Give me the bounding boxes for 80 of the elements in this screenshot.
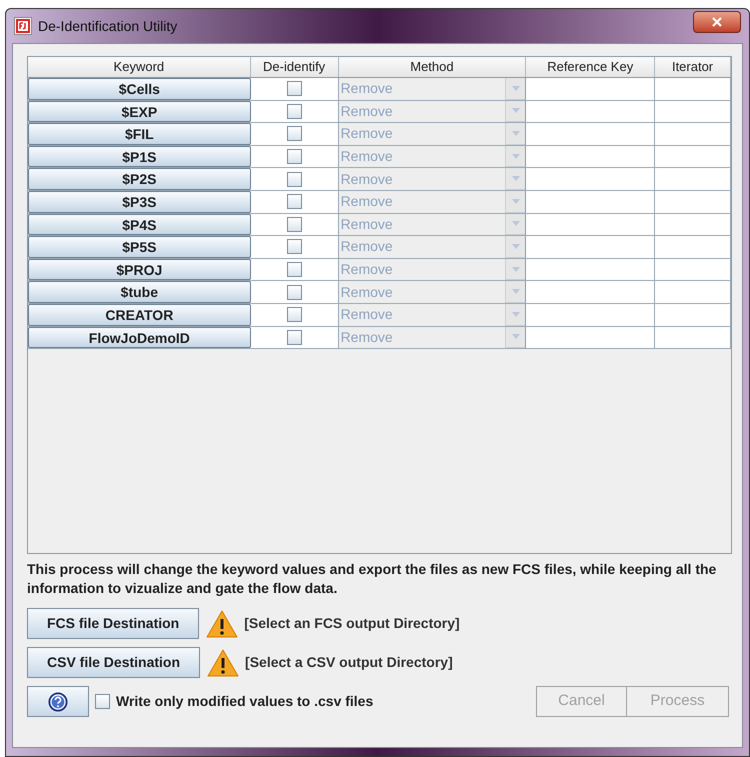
table-cell[interactable]: [526, 123, 656, 145]
checkbox[interactable]: [286, 262, 302, 278]
keyword-button[interactable]: $tube: [28, 281, 251, 303]
dropdown-arrow-icon: [512, 154, 520, 159]
table-cell[interactable]: [526, 304, 656, 326]
dropdown-arrow-icon: [512, 244, 520, 249]
table-cell[interactable]: [526, 78, 656, 100]
table-cell[interactable]: [655, 78, 731, 100]
keyword-button[interactable]: FlowJoDemoID: [28, 326, 251, 348]
table-cell[interactable]: [655, 100, 731, 122]
destination-status: [Select an FCS output Directory]: [244, 614, 460, 633]
app-logo-icon: [14, 17, 32, 35]
close-button[interactable]: [693, 11, 741, 33]
column-header[interactable]: Reference Key: [526, 57, 656, 77]
dropdown-arrow-icon: [512, 312, 520, 317]
table-cell[interactable]: [655, 258, 731, 280]
keyword-button[interactable]: $PROJ: [28, 258, 251, 280]
table-cell[interactable]: [526, 326, 656, 348]
table-cell[interactable]: [526, 146, 656, 168]
table-cell[interactable]: [655, 236, 731, 258]
keyword-button[interactable]: $FIL: [28, 123, 251, 145]
table-cell[interactable]: [655, 304, 731, 326]
table-cell[interactable]: [526, 168, 656, 190]
checkbox[interactable]: [286, 104, 302, 119]
warning-icon: [206, 610, 238, 638]
column-header[interactable]: Iterator: [655, 57, 731, 77]
dropdown-arrow-icon: [512, 334, 520, 340]
checkbox[interactable]: [286, 126, 302, 142]
dropdown-arrow-icon: [512, 198, 520, 204]
dropdown-arrow-icon: [512, 176, 520, 182]
help-icon: [48, 692, 68, 712]
checkbox[interactable]: [286, 284, 302, 300]
checkbox[interactable]: [286, 307, 302, 322]
table-cell[interactable]: [655, 146, 731, 168]
keyword-button[interactable]: $EXP: [28, 100, 251, 122]
warning-icon: [207, 648, 240, 676]
table-cell[interactable]: [526, 258, 656, 280]
checkbox[interactable]: [286, 149, 302, 164]
dropdown-arrow-icon: [512, 130, 520, 136]
dropdown-arrow-icon: [512, 266, 520, 272]
table-cell[interactable]: [655, 214, 731, 236]
table-cell[interactable]: [526, 190, 656, 213]
table-cell[interactable]: [526, 214, 656, 236]
dropdown-arrow-icon: [512, 221, 520, 226]
destination-status: [Select a CSV output Directory]: [245, 653, 453, 672]
checkbox[interactable]: [286, 194, 302, 210]
keyword-button[interactable]: $P2S: [28, 168, 251, 190]
table-cell[interactable]: [655, 168, 731, 190]
destination-button[interactable]: FCS file Destination: [27, 608, 200, 639]
table-cell[interactable]: [655, 190, 731, 213]
column-header[interactable]: Keyword: [28, 57, 251, 77]
checkbox[interactable]: [286, 172, 302, 187]
column-header[interactable]: De-identify: [250, 57, 339, 77]
help-button[interactable]: [27, 686, 89, 717]
table-cell[interactable]: [655, 326, 731, 348]
dropdown-arrow-icon: [512, 86, 520, 91]
keyword-button[interactable]: $Cells: [28, 78, 251, 100]
keyword-button[interactable]: $P1S: [28, 146, 251, 168]
destination-button[interactable]: CSV file Destination: [27, 647, 200, 678]
checkbox[interactable]: [286, 216, 302, 232]
column-header[interactable]: Method: [338, 57, 526, 77]
keyword-button[interactable]: $P5S: [28, 236, 251, 258]
description-text: This process will change the keyword values and export the files as new FCS files, while keeping all the information to vizualize and gate the flow data.: [27, 560, 718, 598]
table-cell[interactable]: [526, 281, 656, 303]
dropdown-arrow-icon: [512, 108, 520, 114]
close-icon: [711, 17, 723, 27]
checkbox[interactable]: [286, 330, 302, 345]
window-title: De-Identification Utility: [38, 16, 178, 36]
table-cell[interactable]: [526, 236, 656, 258]
table-cell[interactable]: [655, 281, 731, 303]
table-cell[interactable]: [526, 100, 656, 122]
keyword-button[interactable]: $P4S: [28, 214, 251, 236]
checkbox[interactable]: [286, 81, 302, 96]
dropdown-arrow-icon: [512, 289, 520, 294]
checkbox[interactable]: [286, 239, 302, 254]
keyword-button[interactable]: $P3S: [28, 190, 251, 213]
table-cell[interactable]: [655, 123, 731, 145]
checkbox-label: Write only modified values to .csv files: [116, 692, 374, 711]
keyword-button[interactable]: CREATOR: [28, 304, 251, 326]
checkbox[interactable]: [95, 694, 110, 709]
